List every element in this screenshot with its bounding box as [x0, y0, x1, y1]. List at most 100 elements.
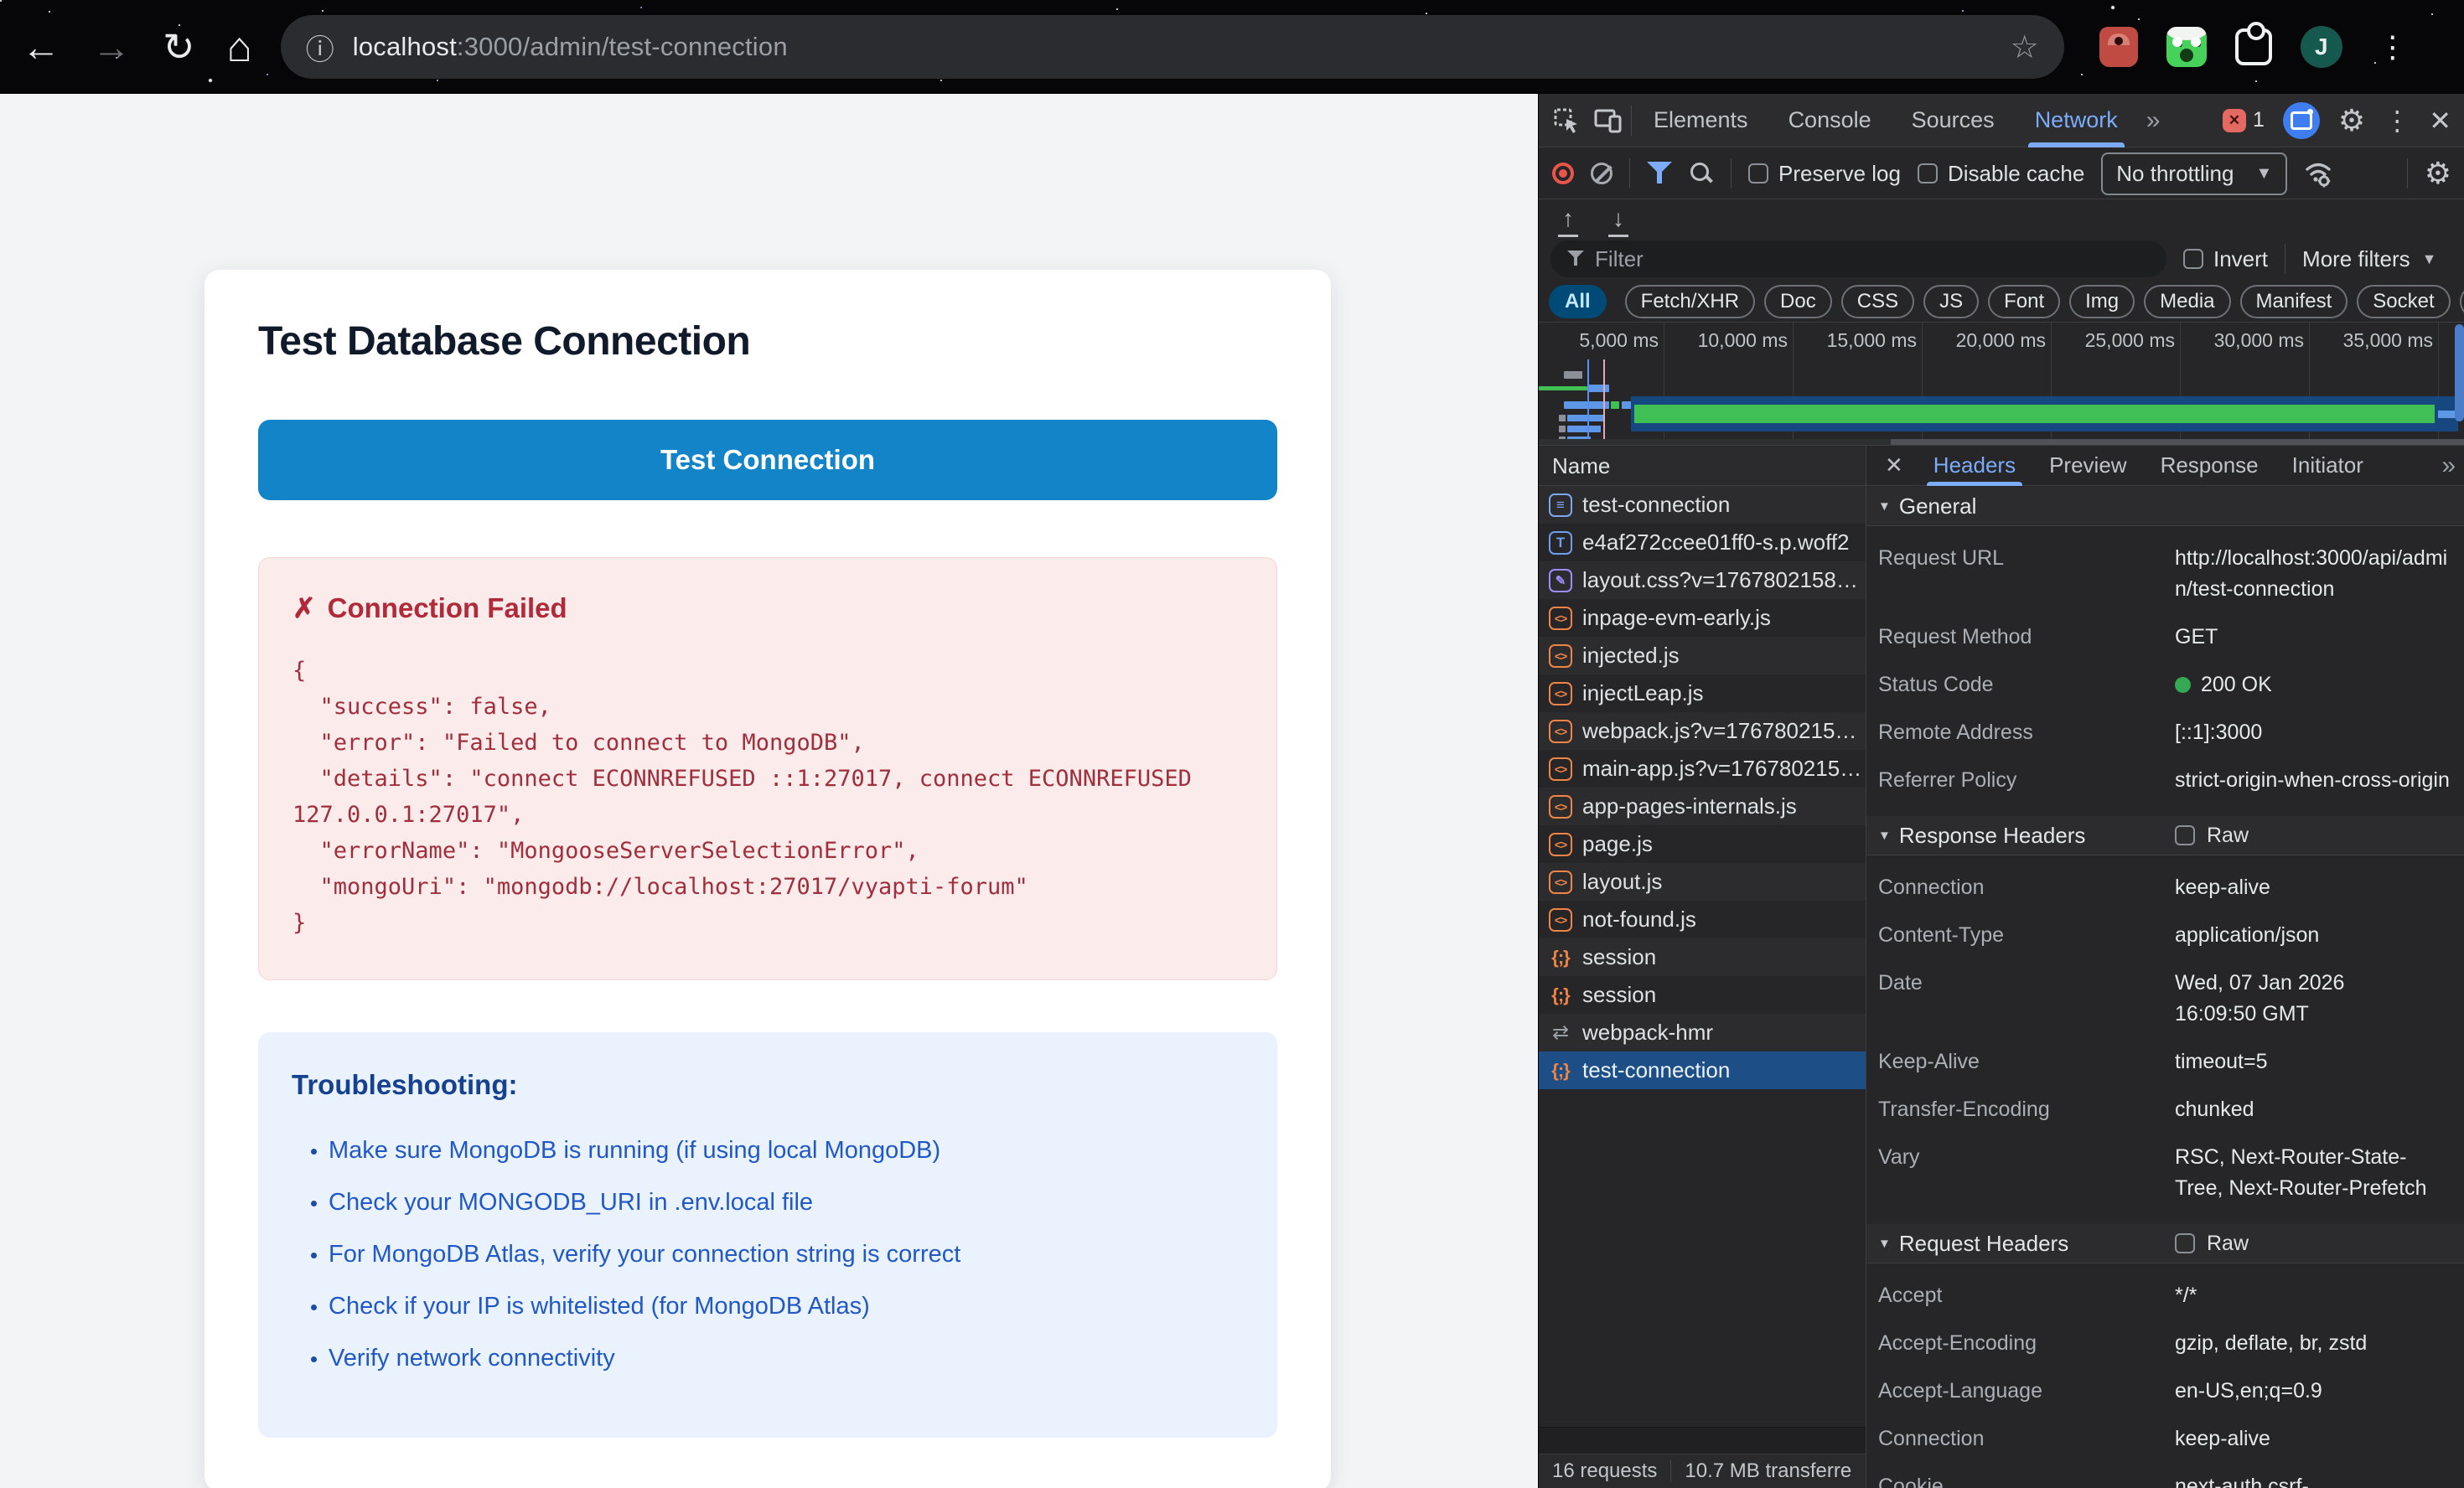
table-row[interactable]: ≡ test-connection [1539, 486, 1866, 524]
checkbox-icon[interactable] [2175, 825, 2195, 845]
disable-cache-checkbox[interactable]: Disable cache [1917, 161, 2084, 187]
collapse-triangle-icon[interactable]: ▼ [1878, 499, 1891, 514]
browser-menu-icon[interactable]: ⋮ [2378, 29, 2408, 65]
tab-response[interactable]: Response [2144, 446, 2275, 486]
inspect-element-icon[interactable] [1547, 101, 1586, 140]
table-row[interactable]: <> page.js [1539, 825, 1866, 863]
devtools-menu-icon[interactable]: ⋮ [2384, 105, 2410, 137]
more-detail-tabs-icon[interactable]: » [2441, 452, 2456, 480]
table-row[interactable]: ⇄ webpack-hmr [1539, 1014, 1866, 1051]
reload-icon[interactable]: ↻ [163, 28, 195, 66]
header-row: Accept */* [1878, 1284, 2197, 1307]
table-row[interactable]: <> app-pages-internals.js [1539, 788, 1866, 825]
table-row[interactable]: <> main-app.js?v=1767802158... [1539, 750, 1866, 788]
chip-wasm[interactable]: Wasm [2459, 285, 2464, 318]
console-error-badge[interactable]: ✕ 1 [2223, 108, 2265, 132]
chip-doc[interactable]: Doc [1764, 285, 1832, 318]
home-icon[interactable]: ⌂ [227, 26, 252, 68]
chip-manifest[interactable]: Manifest [2239, 285, 2348, 318]
table-row[interactable]: <> inpage-evm-early.js [1539, 599, 1866, 637]
back-icon[interactable]: ← [22, 28, 60, 66]
checkbox-icon[interactable] [2175, 1233, 2195, 1253]
filter-funnel-icon[interactable] [1647, 162, 1672, 185]
chip-all[interactable]: All [1549, 285, 1607, 318]
devtools-settings-gear-icon[interactable]: ⚙ [2338, 105, 2365, 136]
clear-network-log-icon[interactable] [1591, 163, 1612, 184]
import-har-icon[interactable]: ↑ [1556, 207, 1581, 237]
extension-icon-red[interactable] [2099, 27, 2138, 67]
extension-icon-frog[interactable] [2166, 27, 2207, 67]
chip-img[interactable]: Img [2069, 285, 2135, 318]
export-har-icon[interactable]: ↓ [1606, 207, 1631, 237]
network-settings-gear-icon[interactable]: ⚙ [2425, 158, 2451, 189]
table-row[interactable]: <> layout.js [1539, 863, 1866, 901]
record-network-log-icon[interactable] [1552, 163, 1574, 184]
filter-input[interactable] [1595, 245, 2150, 272]
network-conditions-icon[interactable] [2304, 159, 2336, 188]
invert-checkbox[interactable]: Invert [2183, 246, 2268, 272]
list-hscrollbar[interactable] [1539, 1427, 1866, 1454]
header-row: Request URL http://localhost:3000/api/adm… [1878, 546, 2448, 601]
profile-avatar[interactable]: J [2300, 26, 2342, 68]
general-section-header[interactable]: ▼ General [1866, 487, 2464, 526]
tab-elements[interactable]: Elements [1635, 94, 1767, 147]
overview-scrollbar-thumb[interactable] [2455, 324, 2464, 421]
more-filters-dropdown[interactable]: More filters ▼ [2302, 246, 2436, 272]
json-icon: {;} [1551, 946, 1570, 968]
chip-media[interactable]: Media [2144, 285, 2231, 318]
collapse-triangle-icon[interactable]: ▼ [1878, 1237, 1891, 1251]
response-headers-section-header[interactable]: ▼ Response Headers Raw [1866, 816, 2464, 855]
table-row-selected[interactable]: {;} test-connection [1539, 1051, 1866, 1089]
collapse-triangle-icon[interactable]: ▼ [1878, 829, 1891, 843]
chip-css[interactable]: CSS [1840, 285, 1915, 318]
raw-checkbox[interactable]: Raw [2175, 824, 2249, 848]
table-row[interactable]: {;} session [1539, 976, 1866, 1014]
site-info-icon[interactable]: ⓘ [306, 27, 334, 68]
chip-font[interactable]: Font [1988, 285, 2061, 318]
table-row[interactable]: <> injectLeap.js [1539, 674, 1866, 712]
request-type-chips: All Fetch/XHR Doc CSS JS Font Img Media … [1539, 282, 2464, 322]
table-row[interactable]: {;} session [1539, 938, 1866, 976]
table-row[interactable]: ✎ layout.css?v=1767802158750 [1539, 561, 1866, 599]
header-row: Date Wed, 07 Jan 2026 16:09:50 GMT [1878, 971, 2345, 1026]
js-icon: <> [1549, 907, 1572, 932]
search-icon[interactable] [1689, 161, 1714, 186]
table-row[interactable]: <> not-found.js [1539, 901, 1866, 938]
table-row[interactable]: <> injected.js [1539, 637, 1866, 674]
preserve-log-checkbox[interactable]: Preserve log [1748, 161, 1901, 187]
tab-console[interactable]: Console [1770, 94, 1890, 147]
checkbox-icon[interactable] [1917, 163, 1938, 183]
extensions-puzzle-icon[interactable] [2234, 22, 2272, 65]
tab-network[interactable]: Network [2016, 94, 2136, 147]
tab-sources[interactable]: Sources [1893, 94, 2013, 147]
name-column-header[interactable]: Name [1539, 446, 1866, 486]
chip-socket[interactable]: Socket [2357, 285, 2451, 318]
ai-assistant-icon[interactable] [2282, 101, 2320, 139]
bookmark-star-icon[interactable]: ☆ [2011, 28, 2039, 66]
table-row[interactable]: <> webpack.js?v=17678021587... [1539, 712, 1866, 750]
table-row[interactable]: Te4af272ccee01ff0-s.p.woff2 [1539, 524, 1866, 561]
network-overview-timeline[interactable]: 5,000 ms 10,000 ms 15,000 ms 20,000 ms 2… [1539, 322, 2464, 446]
forward-icon[interactable]: → [92, 28, 131, 66]
overview-hscrollbar[interactable] [1539, 439, 2464, 445]
checkbox-icon[interactable] [2183, 249, 2203, 269]
checkbox-icon[interactable] [1748, 163, 1768, 183]
header-row: Accept-Encoding gzip, deflate, br, zstd [1878, 1331, 2368, 1355]
tab-preview[interactable]: Preview [2032, 446, 2143, 486]
more-tabs-icon[interactable]: » [2140, 106, 2167, 135]
request-header-rows: Accept */* Accept-Encoding gzip, deflate, … [1866, 1263, 2464, 1488]
js-icon: <> [1549, 681, 1572, 705]
request-headers-section-header[interactable]: ▼ Request Headers Raw [1866, 1224, 2464, 1263]
chip-js[interactable]: JS [1923, 285, 1980, 318]
devtools-close-icon[interactable]: ✕ [2429, 105, 2451, 137]
device-toolbar-icon[interactable] [1589, 101, 1628, 140]
tab-headers[interactable]: Headers [1917, 446, 2032, 486]
tab-initiator[interactable]: Initiator [2275, 446, 2380, 486]
test-connection-button[interactable]: Test Connection [258, 420, 1277, 500]
throttling-dropdown[interactable]: No throttling ▼ [2101, 152, 2288, 195]
filter-input-wrap [1550, 240, 2166, 277]
address-bar[interactable]: ⓘ localhost:3000/admin/test-connection ☆ [280, 15, 2064, 79]
close-details-icon[interactable]: ✕ [1871, 452, 1917, 478]
chip-fetch-xhr[interactable]: Fetch/XHR [1624, 285, 1756, 318]
raw-checkbox[interactable]: Raw [2175, 1232, 2249, 1256]
